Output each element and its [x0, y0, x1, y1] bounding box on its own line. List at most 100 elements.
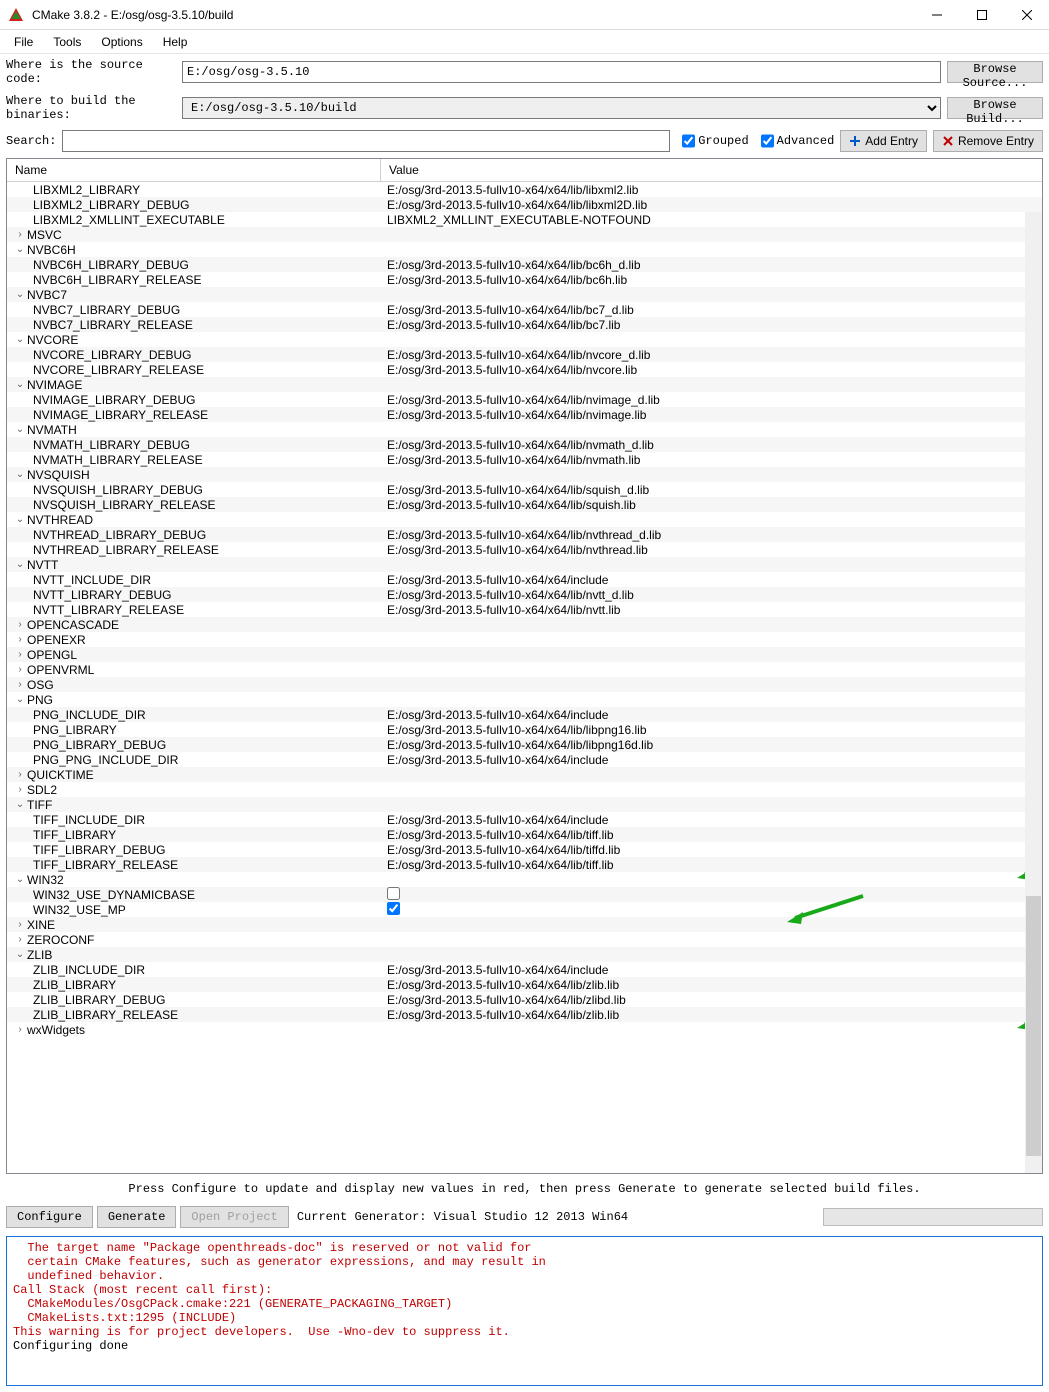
- grouped-checkbox[interactable]: Grouped: [682, 130, 748, 152]
- browse-build-button[interactable]: Browse Build...: [947, 97, 1043, 119]
- chevron-right-icon[interactable]: ›: [13, 1024, 27, 1035]
- table-row[interactable]: TIFF_LIBRARY_RELEASEE:/osg/3rd-2013.5-fu…: [7, 857, 1042, 872]
- table-row[interactable]: ›OPENCASCADE: [7, 617, 1042, 632]
- table-row[interactable]: ⌄NVMATH: [7, 422, 1042, 437]
- entry-value[interactable]: E:/osg/3rd-2013.5-fullv10-x64/x64/lib/ti…: [381, 828, 1042, 842]
- table-row[interactable]: ⌄NVIMAGE: [7, 377, 1042, 392]
- entry-value[interactable]: E:/osg/3rd-2013.5-fullv10-x64/x64/includ…: [381, 813, 1042, 827]
- table-row[interactable]: ›OSG: [7, 677, 1042, 692]
- table-row[interactable]: NVTT_LIBRARY_DEBUGE:/osg/3rd-2013.5-full…: [7, 587, 1042, 602]
- entry-value[interactable]: E:/osg/3rd-2013.5-fullv10-x64/x64/lib/li…: [381, 198, 1042, 212]
- table-row[interactable]: NVTHREAD_LIBRARY_RELEASEE:/osg/3rd-2013.…: [7, 542, 1042, 557]
- maximize-button[interactable]: [959, 0, 1004, 30]
- chevron-right-icon[interactable]: ›: [13, 784, 27, 795]
- chevron-down-icon[interactable]: ⌄: [13, 514, 27, 525]
- chevron-down-icon[interactable]: ⌄: [13, 244, 27, 255]
- chevron-right-icon[interactable]: ›: [13, 649, 27, 660]
- table-row[interactable]: ⌄NVSQUISH: [7, 467, 1042, 482]
- chevron-down-icon[interactable]: ⌄: [13, 799, 27, 810]
- chevron-down-icon[interactable]: ⌄: [13, 289, 27, 300]
- entry-value[interactable]: E:/osg/3rd-2013.5-fullv10-x64/x64/lib/li…: [381, 738, 1042, 752]
- generate-button[interactable]: Generate: [97, 1206, 177, 1228]
- table-row[interactable]: NVSQUISH_LIBRARY_RELEASEE:/osg/3rd-2013.…: [7, 497, 1042, 512]
- table-row[interactable]: PNG_LIBRARY_DEBUGE:/osg/3rd-2013.5-fullv…: [7, 737, 1042, 752]
- chevron-right-icon[interactable]: ›: [13, 769, 27, 780]
- entry-value[interactable]: E:/osg/3rd-2013.5-fullv10-x64/x64/lib/zl…: [381, 978, 1042, 992]
- table-row[interactable]: ZLIB_LIBRARY_DEBUGE:/osg/3rd-2013.5-full…: [7, 992, 1042, 1007]
- entry-value[interactable]: E:/osg/3rd-2013.5-fullv10-x64/x64/lib/nv…: [381, 453, 1042, 467]
- table-row[interactable]: ⌄TIFF: [7, 797, 1042, 812]
- chevron-down-icon[interactable]: ⌄: [13, 694, 27, 705]
- table-row[interactable]: ZLIB_LIBRARYE:/osg/3rd-2013.5-fullv10-x6…: [7, 977, 1042, 992]
- table-row[interactable]: WIN32_USE_DYNAMICBASE: [7, 887, 1042, 902]
- chevron-down-icon[interactable]: ⌄: [13, 469, 27, 480]
- table-row[interactable]: ›SDL2: [7, 782, 1042, 797]
- chevron-right-icon[interactable]: ›: [13, 934, 27, 945]
- entry-value[interactable]: E:/osg/3rd-2013.5-fullv10-x64/x64/includ…: [381, 753, 1042, 767]
- entry-value[interactable]: E:/osg/3rd-2013.5-fullv10-x64/x64/lib/sq…: [381, 483, 1042, 497]
- table-row[interactable]: NVMATH_LIBRARY_RELEASEE:/osg/3rd-2013.5-…: [7, 452, 1042, 467]
- table-row[interactable]: TIFF_INCLUDE_DIRE:/osg/3rd-2013.5-fullv1…: [7, 812, 1042, 827]
- table-row[interactable]: ›ZEROCONF: [7, 932, 1042, 947]
- build-path-combo[interactable]: E:/osg/osg-3.5.10/build: [182, 97, 941, 119]
- table-row[interactable]: ›MSVC: [7, 227, 1042, 242]
- value-checkbox[interactable]: [387, 902, 400, 915]
- entry-value[interactable]: E:/osg/3rd-2013.5-fullv10-x64/x64/includ…: [381, 573, 1042, 587]
- entry-value[interactable]: E:/osg/3rd-2013.5-fullv10-x64/x64/lib/bc…: [381, 303, 1042, 317]
- table-row[interactable]: ZLIB_LIBRARY_RELEASEE:/osg/3rd-2013.5-fu…: [7, 1007, 1042, 1022]
- entry-value[interactable]: E:/osg/3rd-2013.5-fullv10-x64/x64/lib/zl…: [381, 1008, 1042, 1022]
- entry-value[interactable]: E:/osg/3rd-2013.5-fullv10-x64/x64/lib/ti…: [381, 843, 1042, 857]
- close-button[interactable]: [1004, 0, 1049, 30]
- table-row[interactable]: ›OPENEXR: [7, 632, 1042, 647]
- menu-file[interactable]: File: [4, 33, 43, 51]
- chevron-down-icon[interactable]: ⌄: [13, 334, 27, 345]
- menu-options[interactable]: Options: [91, 33, 152, 51]
- chevron-right-icon[interactable]: ›: [13, 634, 27, 645]
- menu-tools[interactable]: Tools: [43, 33, 91, 51]
- table-row[interactable]: ›XINE: [7, 917, 1042, 932]
- table-row[interactable]: TIFF_LIBRARY_DEBUGE:/osg/3rd-2013.5-full…: [7, 842, 1042, 857]
- table-row[interactable]: NVSQUISH_LIBRARY_DEBUGE:/osg/3rd-2013.5-…: [7, 482, 1042, 497]
- table-row[interactable]: NVTT_INCLUDE_DIRE:/osg/3rd-2013.5-fullv1…: [7, 572, 1042, 587]
- entry-value[interactable]: E:/osg/3rd-2013.5-fullv10-x64/x64/lib/bc…: [381, 273, 1042, 287]
- table-row[interactable]: ›OPENVRML: [7, 662, 1042, 677]
- table-row[interactable]: ⌄PNG: [7, 692, 1042, 707]
- table-row[interactable]: ›OPENGL: [7, 647, 1042, 662]
- search-input[interactable]: [62, 130, 670, 152]
- entry-value[interactable]: E:/osg/3rd-2013.5-fullv10-x64/x64/includ…: [381, 963, 1042, 977]
- output-log[interactable]: The target name "Package openthreads-doc…: [6, 1236, 1043, 1386]
- table-row[interactable]: ›QUICKTIME: [7, 767, 1042, 782]
- entry-value[interactable]: E:/osg/3rd-2013.5-fullv10-x64/x64/lib/li…: [381, 183, 1042, 197]
- chevron-down-icon[interactable]: ⌄: [13, 379, 27, 390]
- table-row[interactable]: LIBXML2_XMLLINT_EXECUTABLELIBXML2_XMLLIN…: [7, 212, 1042, 227]
- table-row[interactable]: NVBC7_LIBRARY_DEBUGE:/osg/3rd-2013.5-ful…: [7, 302, 1042, 317]
- entry-value[interactable]: E:/osg/3rd-2013.5-fullv10-x64/x64/includ…: [381, 708, 1042, 722]
- chevron-right-icon[interactable]: ›: [13, 919, 27, 930]
- chevron-right-icon[interactable]: ›: [13, 619, 27, 630]
- table-row[interactable]: NVIMAGE_LIBRARY_RELEASEE:/osg/3rd-2013.5…: [7, 407, 1042, 422]
- chevron-down-icon[interactable]: ⌄: [13, 949, 27, 960]
- table-row[interactable]: WIN32_USE_MP: [7, 902, 1042, 917]
- entry-value[interactable]: E:/osg/3rd-2013.5-fullv10-x64/x64/lib/nv…: [381, 363, 1042, 377]
- scrollbar[interactable]: [1025, 212, 1042, 1173]
- table-row[interactable]: NVTT_LIBRARY_RELEASEE:/osg/3rd-2013.5-fu…: [7, 602, 1042, 617]
- table-row[interactable]: ⌄NVTT: [7, 557, 1042, 572]
- table-row[interactable]: ZLIB_INCLUDE_DIRE:/osg/3rd-2013.5-fullv1…: [7, 962, 1042, 977]
- chevron-down-icon[interactable]: ⌄: [13, 559, 27, 570]
- table-row[interactable]: NVCORE_LIBRARY_RELEASEE:/osg/3rd-2013.5-…: [7, 362, 1042, 377]
- entry-value[interactable]: E:/osg/3rd-2013.5-fullv10-x64/x64/lib/nv…: [381, 438, 1042, 452]
- entry-value[interactable]: E:/osg/3rd-2013.5-fullv10-x64/x64/lib/zl…: [381, 993, 1042, 1007]
- entry-value[interactable]: [381, 902, 1042, 918]
- entry-value[interactable]: E:/osg/3rd-2013.5-fullv10-x64/x64/lib/nv…: [381, 408, 1042, 422]
- entry-value[interactable]: LIBXML2_XMLLINT_EXECUTABLE-NOTFOUND: [381, 213, 1042, 227]
- minimize-button[interactable]: [914, 0, 959, 30]
- table-row[interactable]: TIFF_LIBRARYE:/osg/3rd-2013.5-fullv10-x6…: [7, 827, 1042, 842]
- table-row[interactable]: ⌄WIN32: [7, 872, 1042, 887]
- table-row[interactable]: PNG_PNG_INCLUDE_DIRE:/osg/3rd-2013.5-ful…: [7, 752, 1042, 767]
- chevron-right-icon[interactable]: ›: [13, 229, 27, 240]
- remove-entry-button[interactable]: Remove Entry: [933, 130, 1043, 152]
- entry-value[interactable]: E:/osg/3rd-2013.5-fullv10-x64/x64/lib/nv…: [381, 543, 1042, 557]
- entry-value[interactable]: E:/osg/3rd-2013.5-fullv10-x64/x64/lib/li…: [381, 723, 1042, 737]
- add-entry-button[interactable]: Add Entry: [840, 130, 927, 152]
- entry-value[interactable]: E:/osg/3rd-2013.5-fullv10-x64/x64/lib/sq…: [381, 498, 1042, 512]
